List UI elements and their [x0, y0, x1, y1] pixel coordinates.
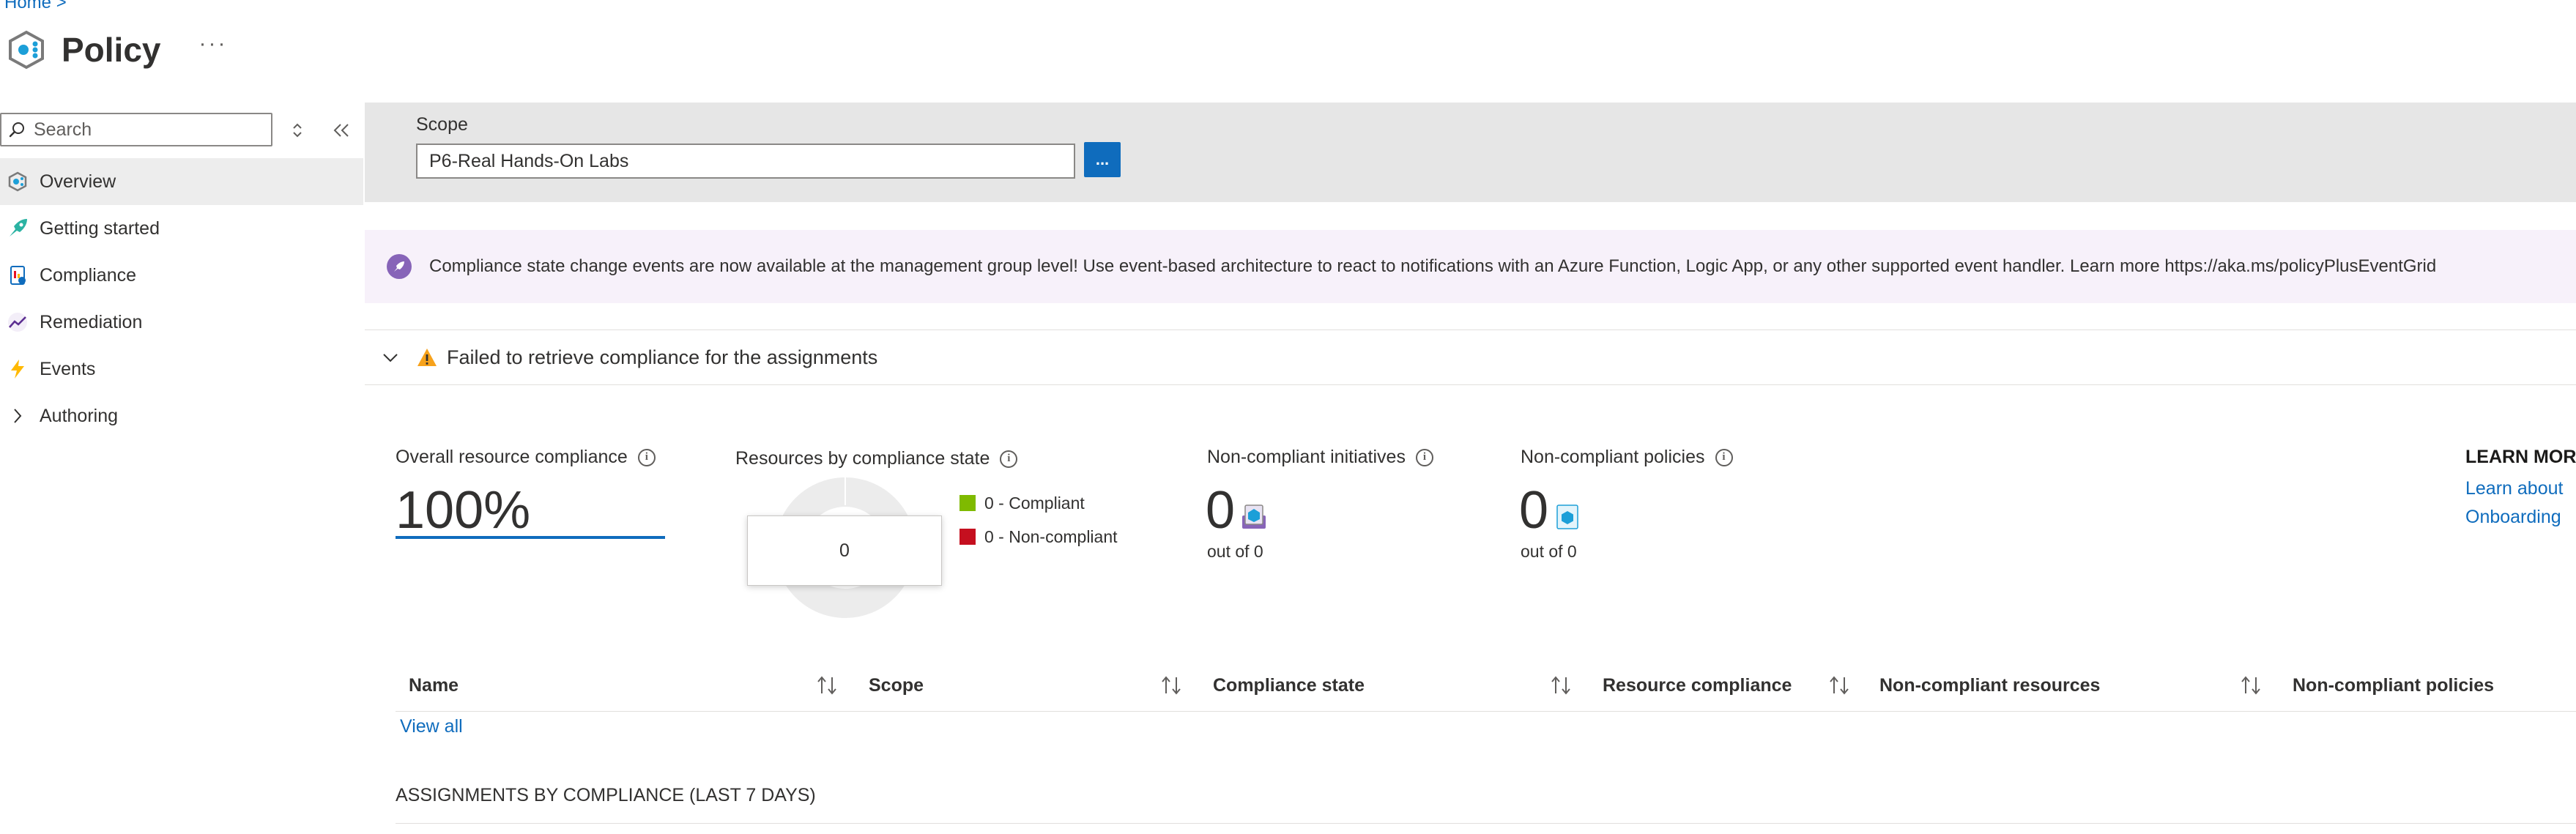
policy-document-icon — [1556, 505, 1578, 529]
overall-compliance-label-text: Overall resource compliance — [396, 447, 628, 467]
initiative-icon — [1242, 505, 1266, 529]
sidebar-item-label: Remediation — [40, 311, 143, 332]
scope-field[interactable]: P6-Real Hands-On Labs — [416, 144, 1075, 179]
resources-by-state-label: Resources by compliance state i — [735, 448, 1018, 469]
sidebar-item-label: Compliance — [40, 264, 137, 286]
legend-item-compliant: 0 - Compliant — [959, 486, 1118, 520]
legend-label: 0 - Non-compliant — [984, 526, 1118, 546]
info-banner: Compliance state change events are now a… — [365, 230, 2576, 303]
scope-label: Scope — [416, 114, 468, 135]
assignments-by-compliance-title: ASSIGNMENTS BY COMPLIANCE (LAST 7 DAYS) — [396, 785, 816, 805]
assignments-table-header: Name Scope Compliance state Resource com… — [396, 659, 2576, 712]
collapse-sidebar-button[interactable] — [330, 119, 353, 142]
sidebar-item-remediation[interactable]: Remediation — [0, 299, 363, 346]
sidebar-item-events[interactable]: Events — [0, 346, 363, 392]
info-icon[interactable]: i — [1715, 448, 1733, 466]
view-all-link[interactable]: View all — [400, 716, 463, 737]
sidebar-item-getting-started[interactable]: Getting started — [0, 205, 363, 252]
non-compliant-policies-label-text: Non-compliant policies — [1521, 447, 1705, 467]
overall-compliance-underline — [396, 536, 665, 539]
sidebar-item-overview[interactable]: Overview — [0, 158, 363, 205]
info-icon[interactable]: i — [1000, 450, 1018, 468]
remediation-icon — [6, 310, 29, 334]
warning-text: Failed to retrieve compliance for the as… — [447, 346, 878, 368]
search-input[interactable] — [34, 119, 253, 141]
chevron-right-icon[interactable] — [6, 404, 29, 428]
non-compliant-policies-label: Non-compliant policies i — [1521, 447, 1733, 468]
warning-icon — [417, 349, 437, 366]
breadcrumb-separator: > — [56, 0, 67, 12]
getting-started-icon — [6, 217, 29, 240]
sort-icon[interactable] — [814, 674, 839, 697]
column-header-non-compliant-policies[interactable]: Non-compliant policies — [2293, 659, 2494, 712]
non-compliant-policies-sub: out of 0 — [1521, 542, 1577, 561]
scope-picker-button[interactable]: ... — [1084, 142, 1121, 177]
sort-icon[interactable] — [1159, 674, 1184, 697]
overview-icon — [6, 170, 29, 193]
sidebar-search-row — [0, 113, 363, 148]
info-icon[interactable]: i — [637, 448, 656, 466]
sidebar-item-label: Overview — [40, 171, 116, 192]
sort-toggle-button[interactable] — [287, 120, 308, 141]
sidebar-nav: Overview Getting started Compliance Reme… — [0, 158, 363, 439]
column-header-compliance-state[interactable]: Compliance state — [1213, 659, 1365, 712]
overall-compliance-label: Overall resource compliance i — [396, 447, 656, 468]
learn-about-link[interactable]: Learn about — [2465, 478, 2576, 499]
compliance-icon — [6, 264, 29, 287]
column-header-non-compliant-resources[interactable]: Non-compliant resources — [1879, 659, 2100, 712]
chevron-down-icon[interactable] — [379, 346, 401, 368]
column-header-name[interactable]: Name — [409, 659, 459, 712]
non-compliant-policies-value[interactable]: 0 — [1519, 480, 1548, 540]
learn-more-title: LEARN MORE — [2465, 447, 2576, 467]
resources-by-state-label-text: Resources by compliance state — [735, 448, 990, 469]
overall-compliance-value[interactable]: 100% — [396, 480, 530, 540]
non-compliant-swatch — [959, 529, 976, 545]
legend-item-non-compliant: 0 - Non-compliant — [959, 520, 1118, 554]
non-compliant-initiatives-value[interactable]: 0 — [1206, 480, 1235, 540]
legend-label: 0 - Compliant — [984, 493, 1085, 513]
breadcrumb[interactable]: Home > — [4, 0, 67, 13]
onboarding-link[interactable]: Onboarding — [2465, 507, 2576, 528]
policy-logo-icon — [9, 30, 44, 70]
search-box[interactable] — [0, 113, 272, 146]
search-icon — [9, 122, 24, 138]
page-title: Policy — [62, 31, 161, 69]
non-compliant-initiatives-label: Non-compliant initiatives i — [1207, 447, 1433, 468]
warning-bar[interactable]: Failed to retrieve compliance for the as… — [365, 329, 2576, 385]
page-header: Policy ··· — [6, 21, 228, 79]
donut-tooltip: 0 — [747, 515, 942, 586]
non-compliant-initiatives-sub: out of 0 — [1207, 542, 1263, 561]
sidebar-item-label: Events — [40, 358, 96, 379]
column-header-scope[interactable]: Scope — [869, 659, 924, 712]
events-icon — [6, 357, 29, 381]
banner-text[interactable]: Compliance state change events are now a… — [429, 256, 2436, 277]
column-header-resource-compliance[interactable]: Resource compliance — [1603, 659, 1792, 712]
sort-icon[interactable] — [2238, 674, 2263, 697]
double-chevron-left-icon — [333, 124, 349, 137]
compliance-legend: 0 - Compliant 0 - Non-compliant — [959, 486, 1118, 554]
sidebar: Overview Getting started Compliance — [0, 103, 363, 834]
learn-more-panel: LEARN MORE Learn about Onboarding — [2465, 447, 2576, 528]
sidebar-item-label: Getting started — [40, 217, 160, 239]
info-icon[interactable]: i — [1415, 448, 1433, 466]
sidebar-item-authoring[interactable]: Authoring — [0, 392, 363, 439]
rocket-icon — [387, 254, 412, 279]
section-divider — [396, 823, 2576, 824]
compliant-swatch — [959, 495, 976, 511]
sort-arrows-icon — [293, 123, 302, 138]
breadcrumb-home[interactable]: Home — [4, 0, 51, 12]
sidebar-item-compliance[interactable]: Compliance — [0, 252, 363, 299]
scope-panel: Scope P6-Real Hands-On Labs ... — [365, 103, 2576, 202]
sidebar-item-label: Authoring — [40, 405, 119, 426]
non-compliant-initiatives-label-text: Non-compliant initiatives — [1207, 447, 1406, 467]
sort-icon[interactable] — [1827, 674, 1852, 697]
sort-icon[interactable] — [1548, 674, 1573, 697]
more-options-button[interactable]: ··· — [199, 31, 228, 56]
